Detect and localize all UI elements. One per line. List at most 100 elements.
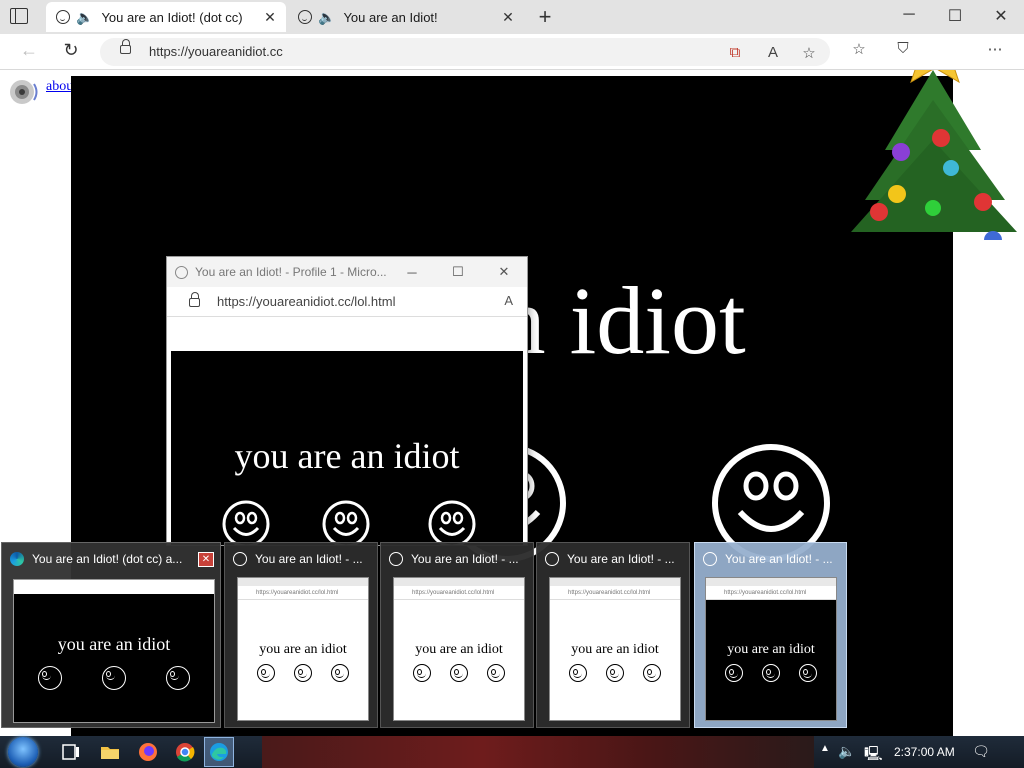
- blocked-popup-icon[interactable]: ⧉: [724, 44, 746, 61]
- task-view-icon[interactable]: [60, 741, 82, 763]
- preview-url: https://youareanidiot.cc/lol.html: [394, 586, 524, 600]
- thumbnail-close-button[interactable]: ✕: [198, 552, 214, 567]
- network-icon[interactable]: 🖳: [864, 743, 883, 767]
- thumbnail-header: You are an Idiot! - ...: [233, 552, 371, 566]
- preview-smileys: [238, 664, 368, 682]
- thumbnail-header: You are an Idiot! - ...: [389, 552, 527, 566]
- url-field[interactable]: https://youareanidiot.cc ⧉ A ☆: [100, 38, 830, 66]
- thumbnail-header: You are an Idiot! (dot cc) a...: [10, 552, 214, 566]
- volume-icon[interactable]: 🔈: [838, 743, 856, 760]
- chrome-icon[interactable]: [174, 741, 196, 763]
- smiley-icon: [294, 664, 312, 682]
- speaker-icon[interactable]: 🔈: [318, 9, 335, 26]
- preview-toolbar: [706, 578, 836, 586]
- smiley-icon: [257, 664, 275, 682]
- smiley-icon: [487, 664, 505, 682]
- read-aloud-icon[interactable]: A: [762, 44, 784, 61]
- thumbnail-preview[interactable]: https://youareanidiot.cc/lol.html you ar…: [705, 577, 837, 721]
- preview-smileys: [706, 664, 836, 682]
- minimize-icon[interactable]: ─: [389, 265, 435, 280]
- thumbnail-window[interactable]: You are an Idiot! - ... https://youarean…: [224, 542, 378, 728]
- smiley-icon: [569, 664, 587, 682]
- preview-message: you are an idiot: [415, 642, 503, 657]
- lock-icon[interactable]: [120, 39, 131, 54]
- smiley-icon: [38, 666, 62, 690]
- smiley-icon: [725, 664, 743, 682]
- new-tab-icon[interactable]: +: [534, 4, 556, 30]
- thumbnail-window[interactable]: You are an Idiot! - ... https://youarean…: [536, 542, 690, 728]
- back-arrow-icon[interactable]: ←: [16, 40, 42, 61]
- taskbar-clock[interactable]: 2:37:00 AM: [894, 745, 955, 759]
- thumbnail-preview[interactable]: https://youareanidiot.cc/lol.html you ar…: [549, 577, 681, 721]
- smiley-icon: [222, 500, 270, 545]
- thumbnail-header: You are an Idiot! - ...: [703, 552, 840, 566]
- preview-smileys: [394, 664, 524, 682]
- thumbnail-window[interactable]: You are an Idiot! - ... https://youarean…: [380, 542, 534, 728]
- chevron-up-icon[interactable]: ▲: [816, 743, 834, 754]
- speaker-icon[interactable]: 🔈: [76, 9, 93, 26]
- minimize-icon[interactable]: ─: [894, 6, 924, 24]
- smiley-icon: [175, 265, 188, 279]
- close-window-icon[interactable]: ✕: [481, 264, 527, 280]
- smiley-icon: [413, 664, 431, 682]
- taskbar-background-strip: [262, 736, 814, 768]
- thumbnail-preview[interactable]: you are an idiot: [13, 579, 215, 723]
- smiley-icon: [450, 664, 468, 682]
- notifications-icon[interactable]: 🗨: [972, 743, 990, 760]
- popup-page-canvas: you are an idiot: [171, 351, 523, 545]
- tab-youareanidiot-cc[interactable]: 🔈 You are an Idiot! (dot cc) ✕: [46, 2, 286, 32]
- edge-icon: [210, 743, 228, 761]
- taskbar-thumbnail-flyout: You are an Idiot! (dot cc) a... ✕ you ar…: [0, 540, 1024, 730]
- preview-message: you are an idiot: [727, 642, 815, 657]
- preview-body: you are an idiot: [706, 614, 836, 712]
- thumbnail-title: You are an Idiot! - ...: [411, 552, 519, 566]
- firefox-icon[interactable]: [137, 741, 159, 763]
- browser-tab-bar: 🔈 You are an Idiot! (dot cc) ✕ 🔈 You are…: [0, 0, 1024, 34]
- popup-window[interactable]: You are an Idiot! - Profile 1 - Micro...…: [166, 256, 528, 546]
- close-window-icon[interactable]: ✕: [986, 6, 1016, 26]
- smiley-icon: [799, 664, 817, 682]
- smiley-icon: [643, 664, 661, 682]
- thumbnail-preview[interactable]: https://youareanidiot.cc/lol.html you ar…: [393, 577, 525, 721]
- smiley-icon: [166, 666, 190, 690]
- windows-taskbar: ▲ 🔈 🖳 2:37:00 AM 🗨: [0, 736, 1024, 768]
- preview-toolbar: [550, 578, 680, 586]
- thumbnail-window[interactable]: You are an Idiot! (dot cc) a... ✕ you ar…: [1, 542, 221, 728]
- thumbnail-header: You are an Idiot! - ...: [545, 552, 683, 566]
- smiley-icon: [331, 664, 349, 682]
- read-aloud-icon[interactable]: A: [504, 293, 513, 308]
- tab-youareanidiot[interactable]: 🔈 You are an Idiot! ✕: [288, 2, 524, 32]
- smiley-icon: [298, 10, 312, 24]
- file-explorer-icon[interactable]: [99, 741, 121, 763]
- preview-body: you are an idiot: [550, 614, 680, 712]
- thumbnail-window-selected[interactable]: You are an Idiot! - ... https://youarean…: [694, 542, 847, 728]
- more-options-icon[interactable]: ⋯: [984, 40, 1006, 58]
- start-button[interactable]: [8, 737, 38, 767]
- maximize-icon[interactable]: ☐: [435, 264, 481, 280]
- tab-actions-icon[interactable]: [10, 8, 28, 24]
- thumbnail-title: You are an Idiot! - ...: [567, 552, 675, 566]
- preview-toolbar: [238, 578, 368, 586]
- collections-icon[interactable]: ⛉: [892, 40, 914, 57]
- popup-title-bar[interactable]: You are an Idiot! - Profile 1 - Micro...…: [167, 257, 527, 287]
- edge-taskbar-button[interactable]: [204, 737, 234, 767]
- popup-address-bar[interactable]: https://youareanidiot.cc/lol.html A: [167, 287, 527, 317]
- preview-toolbar: [394, 578, 524, 586]
- smiley-icon: [389, 552, 403, 566]
- maximize-icon[interactable]: ☐: [940, 6, 970, 26]
- url-text: https://youareanidiot.cc: [149, 44, 283, 59]
- thumbnail-title: You are an Idiot! - ...: [255, 552, 363, 566]
- favorites-icon[interactable]: ☆: [848, 40, 870, 58]
- close-tab-icon[interactable]: ✕: [260, 9, 280, 26]
- speaker-icon[interactable]: [8, 76, 40, 108]
- preview-url: https://youareanidiot.cc/lol.html: [550, 586, 680, 600]
- lock-icon[interactable]: [189, 292, 200, 307]
- tab-title: You are an Idiot!: [343, 9, 438, 25]
- thumbnail-preview[interactable]: https://youareanidiot.cc/lol.html you ar…: [237, 577, 369, 721]
- close-tab-icon[interactable]: ✕: [498, 9, 518, 26]
- refresh-icon[interactable]: ↻: [58, 40, 84, 61]
- tab-title: You are an Idiot! (dot cc): [101, 9, 243, 25]
- add-favorite-icon[interactable]: ☆: [798, 44, 820, 62]
- address-toolbar: ← ↻ https://youareanidiot.cc ⧉ A ☆ ☆ ⛉ ⋯: [0, 34, 1024, 70]
- preview-url: https://youareanidiot.cc/lol.html: [238, 586, 368, 600]
